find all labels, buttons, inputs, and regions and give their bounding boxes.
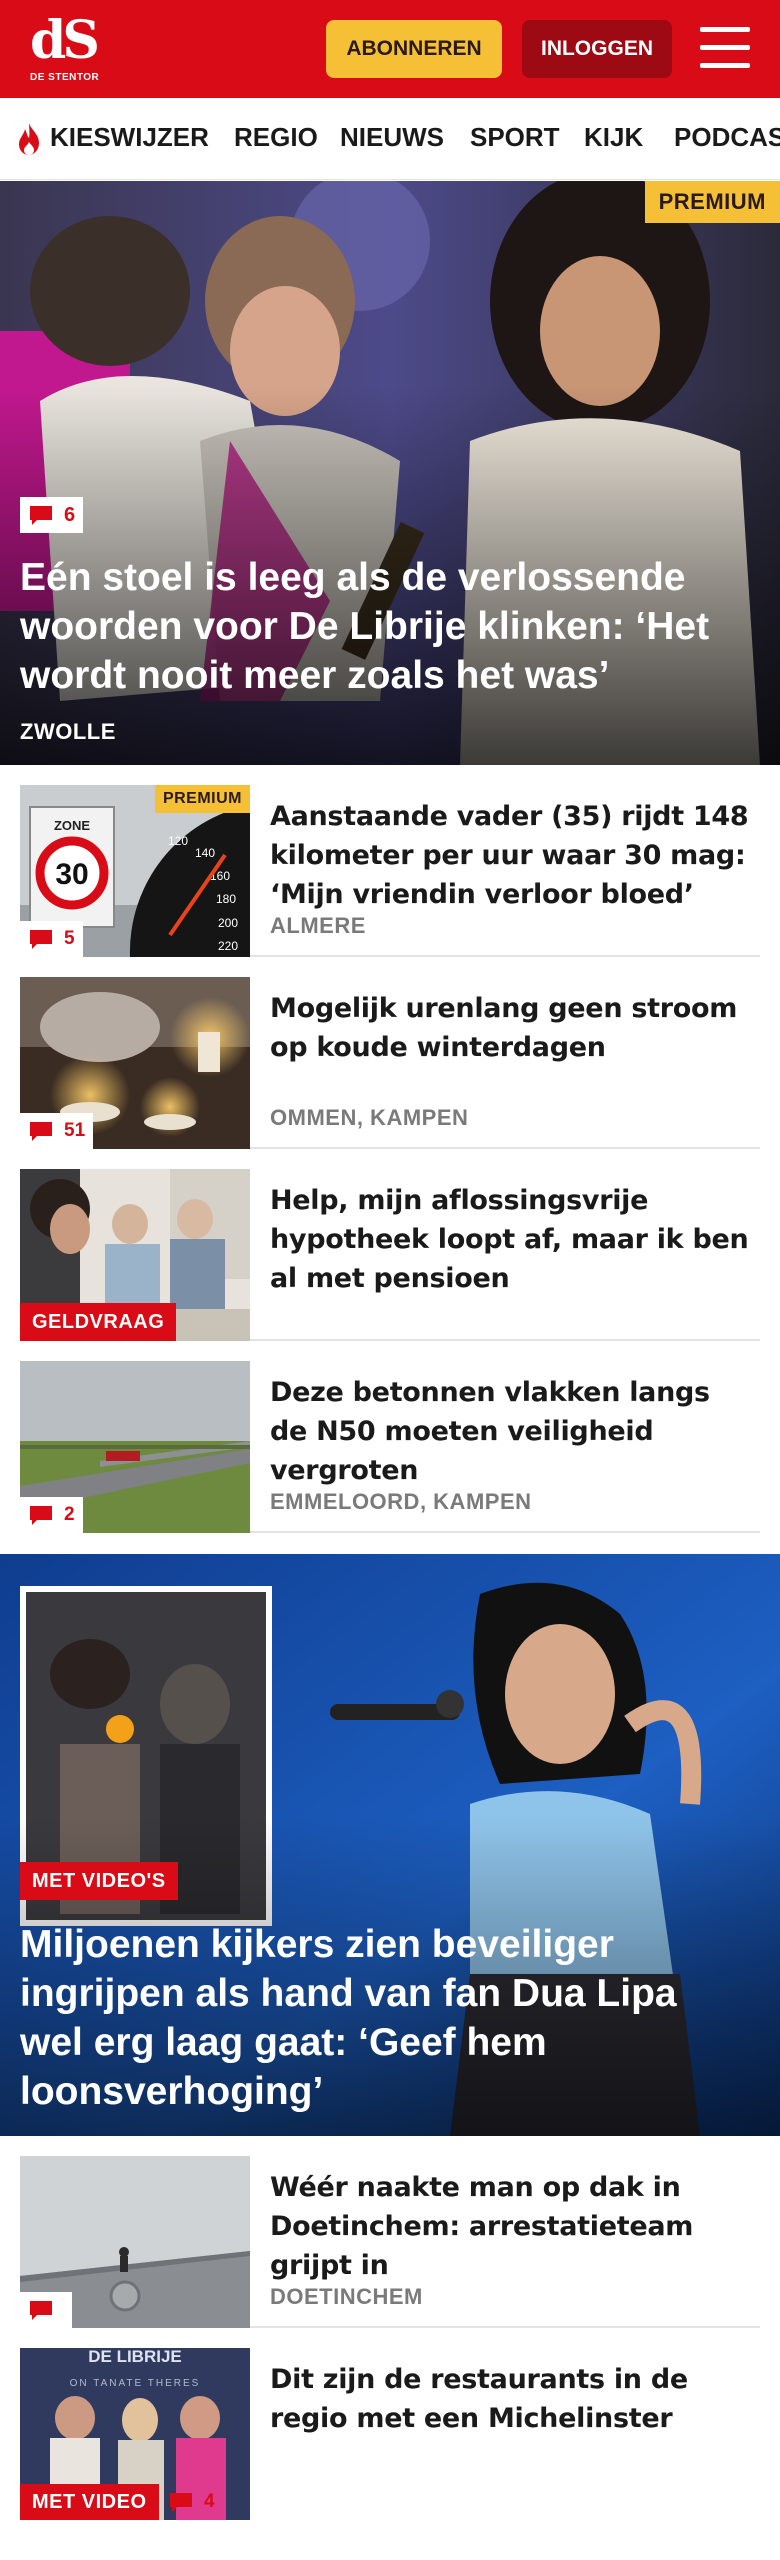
premium-badge: PREMIUM	[644, 181, 780, 223]
nav-item-kijk[interactable]: KIJK	[584, 122, 643, 153]
comment-count: 5	[64, 928, 75, 949]
article-location: EMMELOORD, KAMPEN	[270, 1489, 532, 1514]
article-title[interactable]: Wéér naakte man op dak in Doetinchem: ar…	[270, 2168, 750, 2285]
article-thumbnail: GELDVRAAG	[20, 1169, 250, 1341]
list-item[interactable]: GELDVRAAG Help, mijn aflossingsvrije hyp…	[20, 1169, 760, 1341]
list-item[interactable]: ZONE 30 120 140 160 180 200 220 PREMIUM …	[20, 785, 760, 957]
article-title[interactable]: Aanstaande vader (35) rijdt 148 kilomete…	[270, 797, 750, 914]
article-title[interactable]: Dit zijn de restaurants in de regio met …	[270, 2360, 750, 2438]
speedo-tick: 200	[218, 916, 238, 930]
article-thumbnail: ZONE 30 120 140 160 180 200 220 PREMIUM …	[20, 785, 250, 957]
article-thumbnail: DE LIBRIJE ON TANATE THERES MET VIDEO 4	[20, 2348, 250, 2520]
article-thumbnail: 2	[20, 1361, 250, 1533]
article-location: DOETINCHEM	[270, 2284, 423, 2309]
comment-count-badge[interactable]: 51	[20, 1113, 94, 1149]
nav-item-nieuws[interactable]: NIEUWS	[340, 122, 444, 153]
thumb-text: DE LIBRIJE	[88, 2348, 182, 2366]
comment-count: 2	[64, 1504, 75, 1525]
login-button[interactable]: INLOGGEN	[522, 20, 672, 78]
article-title[interactable]: Help, mijn aflossingsvrije hypotheek loo…	[270, 1181, 750, 1298]
article-thumbnail: 51	[20, 977, 250, 1149]
video-label: MET VIDEO	[20, 2484, 159, 2520]
comment-bubble-icon	[30, 1122, 52, 1141]
nav-item-regio[interactable]: REGIO	[234, 122, 318, 153]
comment-count-badge[interactable]	[20, 2292, 72, 2328]
comment-count-badge[interactable]: 5	[20, 921, 83, 957]
article-location: OMMEN, KAMPEN	[270, 1105, 469, 1130]
article-thumbnail	[20, 2156, 250, 2328]
subscribe-button[interactable]: ABONNEREN	[326, 20, 502, 78]
comment-bubble-icon	[170, 2493, 192, 2512]
page-bottom-spacer	[0, 2520, 780, 2560]
thumb-subtext: ON TANATE THERES	[70, 2378, 201, 2389]
article-title[interactable]: Mogelijk urenlang geen stroom op koude w…	[270, 989, 750, 1067]
comment-bubble-icon	[30, 2301, 52, 2320]
comment-bubble-icon	[30, 930, 52, 949]
zone-sign-label: ZONE	[54, 818, 90, 833]
logo-subtitle: DE STENTOR	[30, 72, 100, 83]
list-item[interactable]: 51 Mogelijk urenlang geen stroom op koud…	[20, 977, 760, 1149]
premium-badge: PREMIUM	[154, 785, 250, 813]
category-label: GELDVRAAG	[20, 1303, 177, 1341]
nav-item-kieswijzer[interactable]: KIESWIJZER	[50, 122, 209, 153]
hero-headline[interactable]: Eén stoel is leeg als de verlossende woo…	[20, 553, 740, 700]
nav-item-sport[interactable]: SPORT	[470, 122, 560, 153]
hero-location: ZWOLLE	[20, 719, 116, 744]
speedo-tick: 120	[168, 834, 188, 848]
comment-bubble-icon	[30, 1506, 52, 1525]
speed-sign-value: 30	[55, 858, 88, 891]
speedo-tick: 220	[218, 939, 238, 953]
comment-count: 4	[204, 2491, 215, 2512]
logo-mark: dS	[30, 10, 100, 71]
comment-count-badge[interactable]: 4	[160, 2484, 223, 2520]
speedo-tick: 140	[195, 846, 215, 860]
hero-article[interactable]: PREMIUM 6 Eén stoel is leeg als de verlo…	[0, 181, 780, 765]
nav-item-podcast[interactable]: PODCAS	[674, 122, 780, 153]
comment-count: 6	[64, 503, 76, 526]
hero-article[interactable]: MET VIDEO'S Miljoenen kijkers zien bevei…	[0, 1554, 780, 2136]
comment-count-badge[interactable]: 6	[20, 497, 84, 533]
comment-count-badge[interactable]: 2	[20, 1497, 83, 1533]
speedo-tick: 180	[216, 892, 236, 906]
comment-bubble-icon	[30, 506, 52, 525]
video-label: MET VIDEO'S	[20, 1862, 178, 1900]
list-item[interactable]: Wéér naakte man op dak in Doetinchem: ar…	[20, 2156, 760, 2328]
logo[interactable]: dS DE STENTOR	[30, 12, 100, 88]
article-location: ALMERE	[270, 913, 366, 938]
top-bar: dS DE STENTOR ABONNEREN INLOGGEN	[0, 0, 780, 98]
flame-icon	[19, 123, 39, 155]
section-nav: KIESWIJZER REGIO NIEUWS SPORT KIJK PODCA…	[0, 98, 780, 180]
hero-headline[interactable]: Miljoenen kijkers zien beveiliger ingrij…	[20, 1920, 740, 2116]
article-title[interactable]: Deze betonnen vlakken langs de N50 moete…	[270, 1373, 750, 1490]
hamburger-menu-icon[interactable]	[700, 25, 752, 73]
comment-count: 51	[64, 1120, 86, 1141]
list-item[interactable]: DE LIBRIJE ON TANATE THERES MET VIDEO 4 …	[20, 2348, 760, 2520]
list-item[interactable]: 2 Deze betonnen vlakken langs de N50 moe…	[20, 1361, 760, 1533]
